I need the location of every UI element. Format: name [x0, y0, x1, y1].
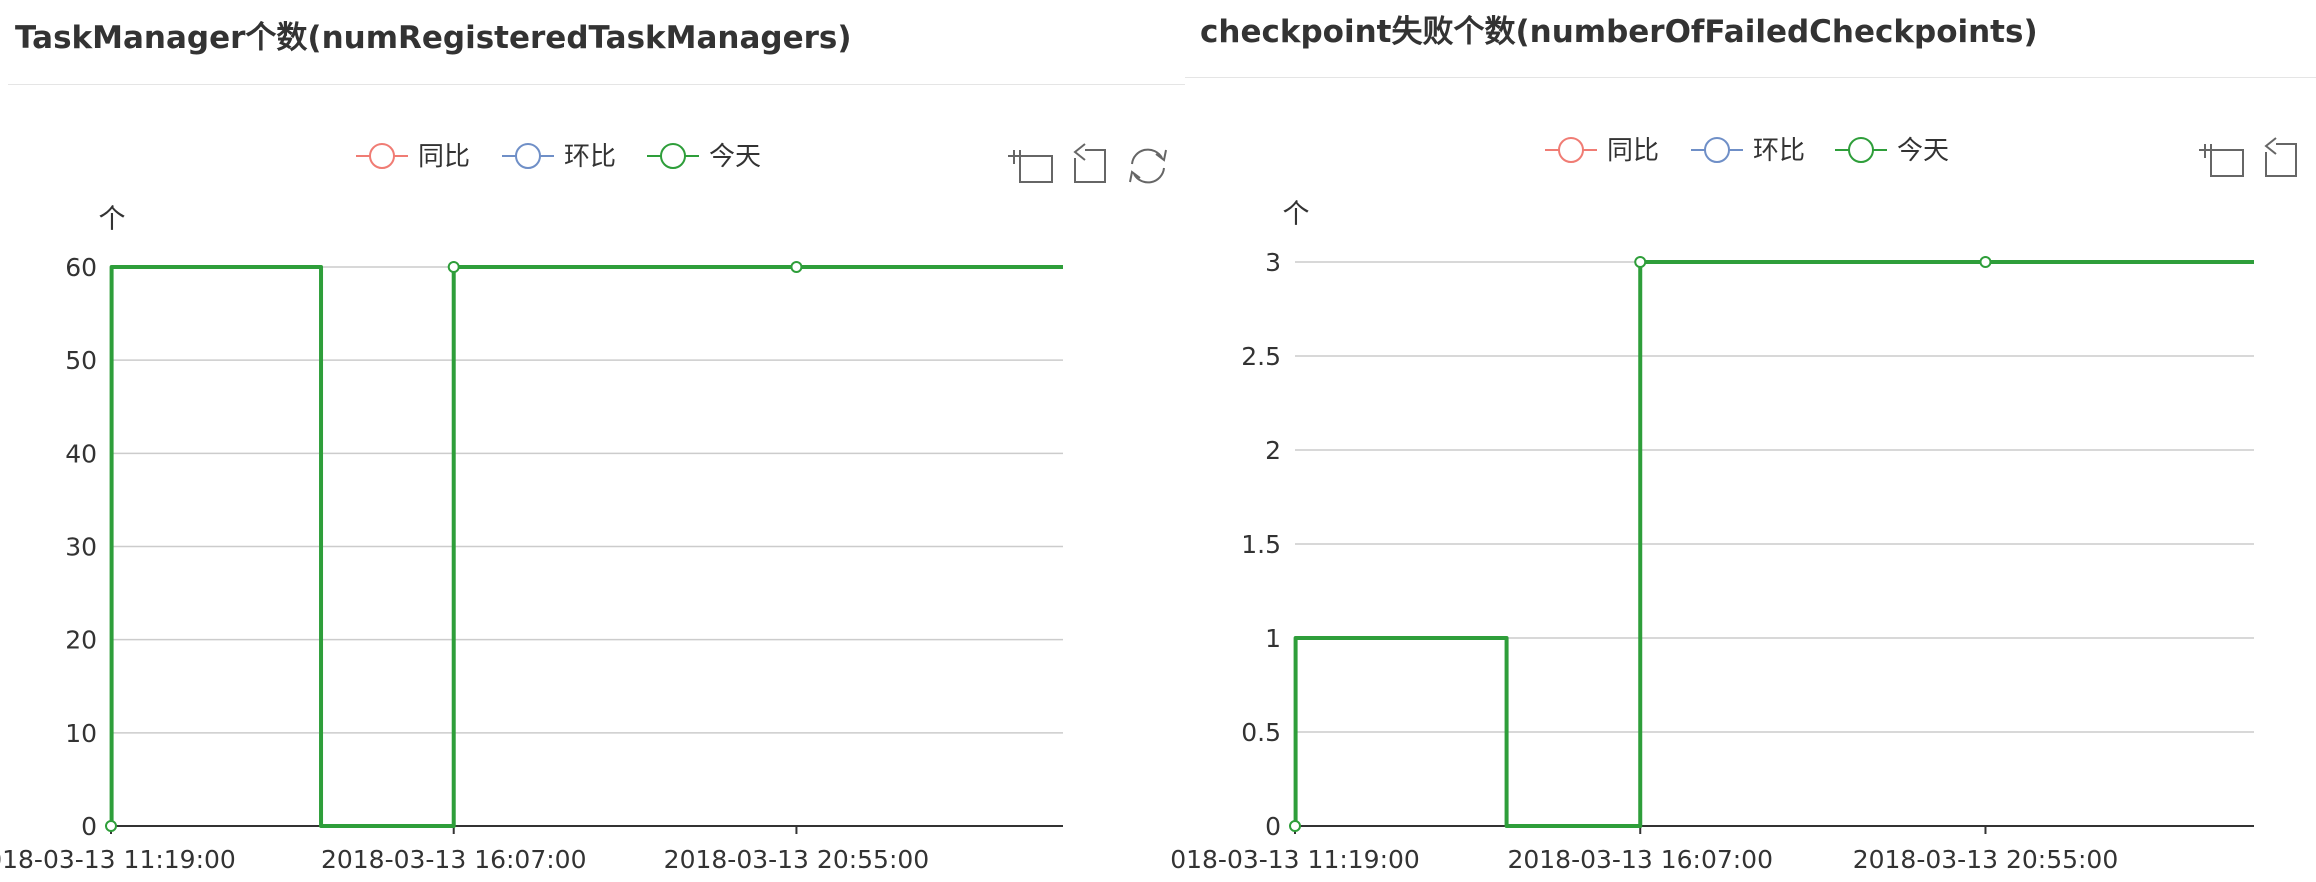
legend-label: 同比 — [1607, 136, 1659, 166]
legend-marker — [1704, 137, 1730, 163]
data-point — [1289, 820, 1301, 832]
y-tick-label: 3 — [1265, 248, 1281, 277]
data-point — [105, 820, 117, 832]
restore-icon[interactable] — [1129, 148, 1167, 184]
x-tick-label: 018-03-13 11:19:00 — [1170, 845, 1420, 874]
chart-toolbox — [2199, 137, 2297, 177]
y-tick-label: 20 — [65, 626, 97, 655]
zoom-icon[interactable] — [2199, 144, 2244, 177]
chart-legend: 同比 环比 今天 — [356, 142, 761, 172]
legend-item[interactable]: 环比 — [502, 142, 616, 172]
data-point — [447, 261, 460, 273]
legend-marker — [369, 143, 395, 169]
chart-panel-task-managers: TaskManager个数(numRegisteredTaskManagers)… — [0, 0, 1185, 882]
y-tick-label: 0 — [81, 812, 97, 841]
legend-marker — [660, 143, 686, 169]
x-tick-label: 2018-03-13 20:55:00 — [1853, 845, 2119, 874]
data-point — [1979, 256, 1992, 268]
y-tick-label: 2 — [1265, 436, 1281, 465]
legend-item[interactable]: 今天 — [647, 142, 761, 172]
legend-marker — [1848, 137, 1874, 163]
legend-item[interactable]: 同比 — [1545, 136, 1659, 166]
legend-item[interactable]: 同比 — [356, 142, 470, 172]
y-tick-label: 2.5 — [1241, 342, 1281, 371]
chart-legend: 同比 环比 今天 — [1545, 136, 1949, 166]
legend-marker — [515, 143, 541, 169]
legend-marker — [1558, 137, 1584, 163]
legend-label: 环比 — [1753, 136, 1805, 166]
chart-toolbox — [1008, 143, 1167, 184]
x-tick-label: 2018-03-13 16:07:00 — [1507, 845, 1773, 874]
data-point — [1634, 256, 1647, 268]
zoom-icon[interactable] — [1008, 150, 1053, 183]
chart-failed-checkpoints: 同比 环比 今天个 0 0.5 1 1.5 2 2.5 3 018-03-13 11:19:00 20… — [1170, 136, 2297, 874]
y-tick-label: 50 — [65, 346, 97, 375]
y-axis-unit: 个 — [99, 204, 126, 235]
y-tick-label: 40 — [65, 439, 97, 468]
legend-label: 同比 — [418, 142, 470, 172]
y-tick-label: 0.5 — [1241, 718, 1281, 747]
legend-label: 今天 — [709, 142, 761, 172]
chart-task-managers: 同比 环比 今天个 0 10 20 30 40 50 60 018-03-13 11:19:00 20… — [0, 142, 1167, 874]
y-tick-label: 0 — [1265, 812, 1281, 841]
data-point — [790, 261, 803, 273]
x-tick-label: 2018-03-13 20:55:00 — [664, 845, 930, 874]
zoom-reset-icon[interactable] — [1073, 143, 1106, 183]
legend-item[interactable]: 环比 — [1691, 136, 1805, 166]
x-tick-label: 2018-03-13 16:07:00 — [321, 845, 587, 874]
y-tick-label: 60 — [65, 253, 97, 282]
chart-panel-failed-checkpoints: checkpoint失败个数(numberOfFailedCheckpoints… — [1170, 0, 2316, 882]
legend-item[interactable]: 今天 — [1835, 136, 1949, 166]
y-tick-label: 1.5 — [1241, 530, 1281, 559]
y-tick-label: 1 — [1265, 624, 1281, 653]
legend-label: 今天 — [1897, 136, 1949, 166]
legend-label: 环比 — [564, 142, 616, 172]
zoom-reset-icon[interactable] — [2264, 137, 2297, 177]
y-axis-unit: 个 — [1283, 199, 1310, 230]
y-tick-label: 10 — [65, 719, 97, 748]
y-tick-label: 30 — [65, 533, 97, 562]
x-tick-label: 018-03-13 11:19:00 — [0, 845, 236, 874]
